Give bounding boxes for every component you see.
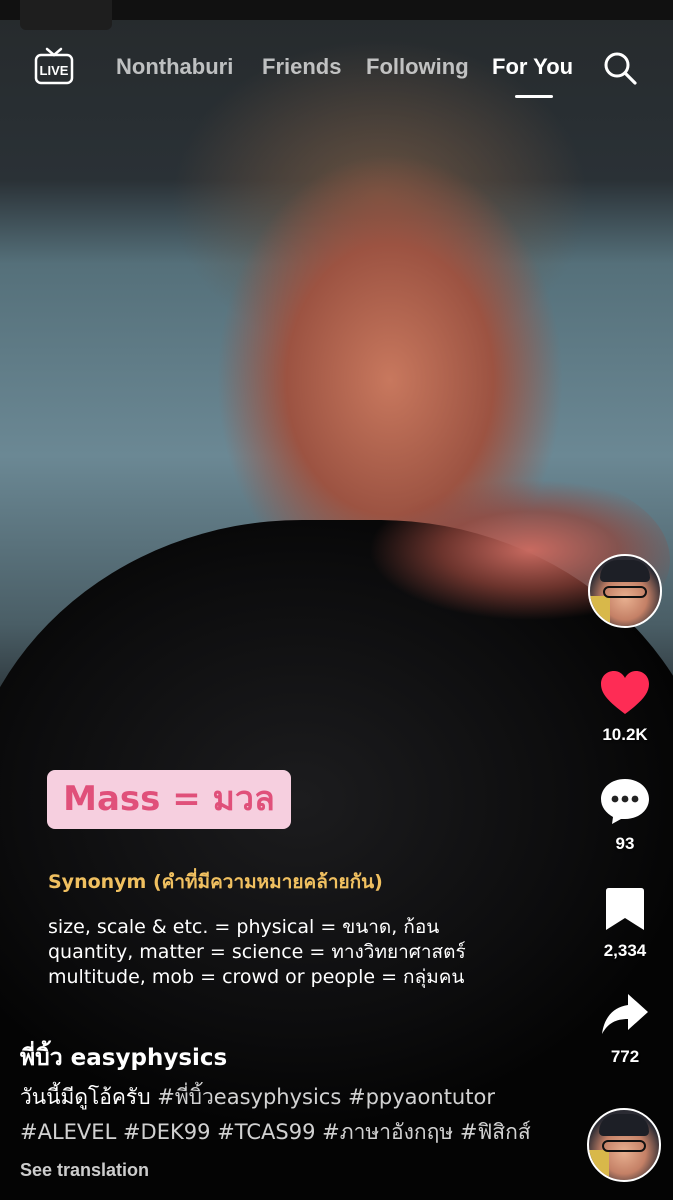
live-label: LIVE — [40, 63, 69, 78]
comment-icon — [601, 779, 649, 824]
synonym-line: size, scale & etc. = physical = ขนาด, ก้… — [48, 916, 440, 938]
like-button[interactable]: 10.2K — [586, 670, 664, 745]
avatar-bg — [590, 596, 610, 626]
comment-button[interactable]: 93 — [586, 777, 664, 854]
avatar-glasses — [602, 1140, 646, 1152]
synonym-heading: Synonym (คำที่มีความหมายคล้ายกัน) — [48, 871, 383, 893]
video-background[interactable] — [0, 0, 673, 1200]
active-tab-indicator — [515, 95, 553, 98]
see-translation-link[interactable]: See translation — [20, 1160, 149, 1181]
hashtag[interactable]: #พี่บิ้วeasyphysics — [157, 1085, 341, 1109]
hashtag[interactable]: #ฟิสิกส์ — [460, 1120, 531, 1144]
post-caption: วันนี้มีดูโอ้ครับ #พี่บิ้วeasyphysics #p… — [20, 1080, 580, 1150]
synonym-line: multitude, mob = crowd or people = กลุ่ม… — [48, 966, 465, 988]
like-count: 10.2K — [602, 725, 648, 744]
save-button[interactable]: 2,334 — [586, 886, 664, 961]
share-count: 772 — [610, 1047, 640, 1066]
avatar-glasses — [603, 586, 647, 598]
save-count: 2,334 — [603, 941, 647, 960]
heart-icon — [601, 671, 649, 714]
tab-for-you[interactable]: For You — [492, 54, 573, 80]
avatar — [587, 1108, 661, 1182]
music-disc-avatar[interactable] — [587, 1108, 661, 1182]
live-tv-icon[interactable]: LIVE — [34, 46, 74, 86]
hashtag[interactable]: #ppyaontutor — [348, 1085, 495, 1109]
avatar-cap — [600, 560, 650, 582]
hashtag[interactable]: #ภาษาอังกฤษ — [322, 1120, 453, 1144]
hashtag[interactable]: #TCAS99 — [217, 1120, 315, 1144]
search-icon[interactable] — [602, 50, 638, 86]
creator-avatar-button[interactable] — [586, 554, 664, 628]
share-button[interactable]: 772 — [586, 992, 664, 1067]
avatar-bg — [589, 1150, 609, 1180]
overlay-title-card: Mass = มวล — [47, 770, 291, 829]
avatar-cap — [599, 1114, 649, 1136]
tab-friends[interactable]: Friends — [262, 54, 341, 80]
share-icon — [602, 994, 648, 1034]
top-navigation: LIVE Nonthaburi Friends Following For Yo… — [0, 0, 673, 120]
synonym-list: size, scale & etc. = physical = ขนาด, ก้… — [48, 915, 466, 990]
comment-count: 93 — [615, 834, 635, 853]
hashtag[interactable]: #ALEVEL — [20, 1120, 116, 1144]
avatar — [588, 554, 662, 628]
tab-following[interactable]: Following — [366, 54, 469, 80]
synonym-line: quantity, matter = science = ทางวิทยาศาส… — [48, 941, 466, 963]
tab-nonthaburi[interactable]: Nonthaburi — [116, 54, 233, 80]
hashtag[interactable]: #DEK99 — [123, 1120, 211, 1144]
author-name[interactable]: พี่บิ้ว easyphysics — [20, 1040, 227, 1076]
bookmark-icon — [606, 888, 644, 930]
caption-text: วันนี้มีดูโอ้ครับ — [20, 1085, 151, 1109]
